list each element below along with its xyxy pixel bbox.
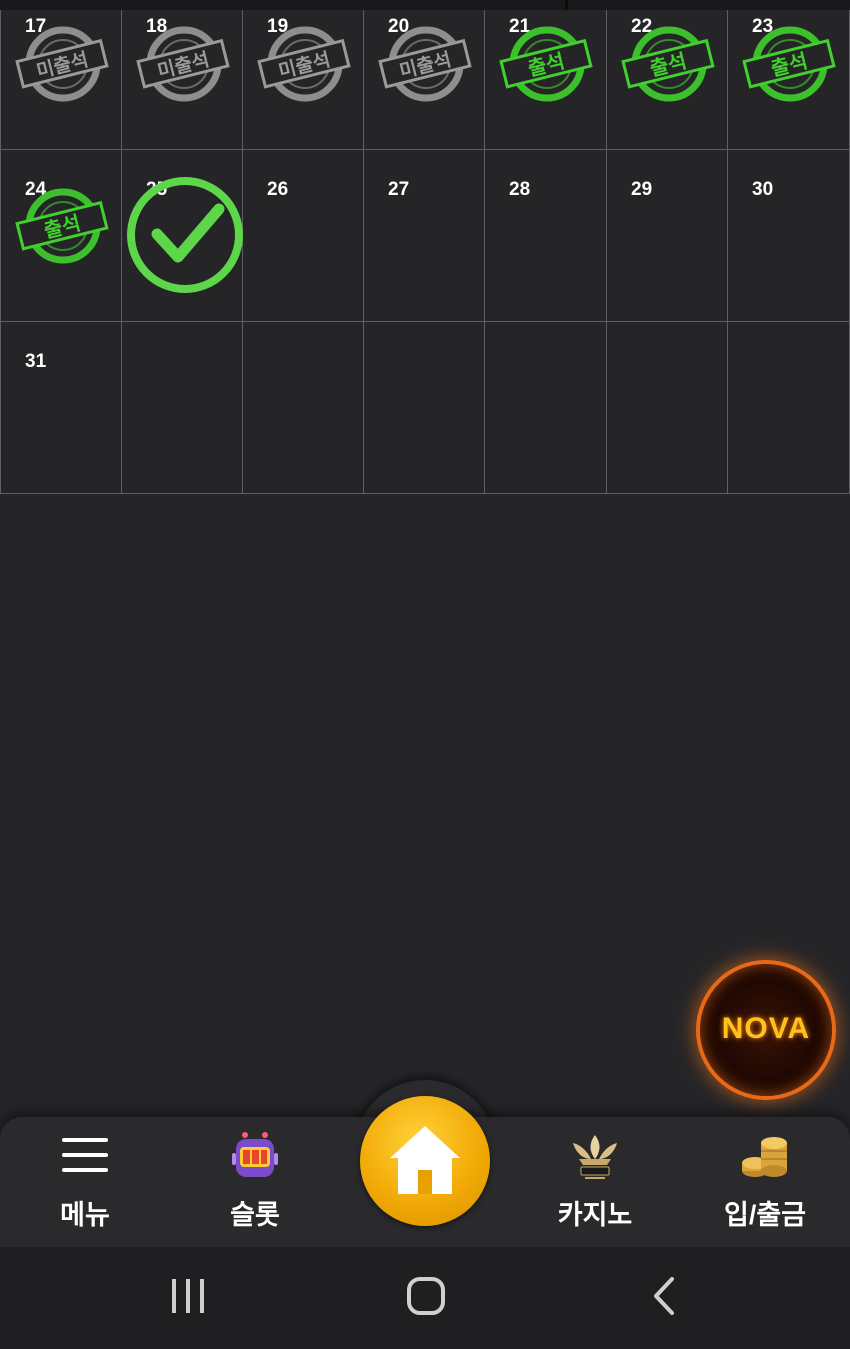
attendance-stamp-icon: 출석	[15, 188, 109, 264]
calendar-day-cell[interactable]: 28	[485, 150, 607, 322]
hamburger-menu-icon	[62, 1138, 108, 1172]
k-slot-casino-icon	[573, 1135, 617, 1179]
day-number: 29	[631, 179, 653, 200]
system-home-icon[interactable]	[396, 1275, 456, 1319]
calendar-day-cell[interactable]: 20 미출석	[364, 10, 485, 150]
calendar-day-cell[interactable]: 30	[728, 150, 850, 322]
calendar-week-row: 17 미출석 18 미출석 19 미출석 20 미출석 21 출석 22 출석 23 출석	[0, 10, 850, 150]
calendar-day-cell[interactable]: 19 미출석	[243, 10, 364, 150]
system-navigation-bar	[0, 1247, 850, 1349]
calendar-day-cell[interactable]: 18 미출석	[122, 10, 243, 150]
absent-stamp-icon: 미출석	[15, 26, 109, 102]
nav-casino-label: 카지노	[557, 1200, 633, 1230]
attendance-stamp-icon: 출석	[621, 26, 715, 102]
calendar-day-cell	[243, 322, 364, 494]
calendar-day-cell	[485, 322, 607, 494]
nav-menu-label: 메뉴	[60, 1200, 110, 1230]
home-icon	[390, 1126, 460, 1194]
attendance-calendar: 17 미출석 18 미출석 19 미출석 20 미출석 21 출석 22 출석 23 출석 24 출석 25 26…	[0, 10, 850, 494]
day-number: 30	[752, 179, 774, 200]
home-button[interactable]	[360, 1096, 490, 1226]
top-edge	[0, 0, 850, 10]
nav-casino[interactable]: 카지노	[510, 1127, 680, 1237]
day-number: 26	[267, 179, 289, 200]
calendar-day-cell	[728, 322, 850, 494]
nav-deposit-withdraw[interactable]: 입/출금	[680, 1127, 850, 1237]
day-number: 31	[25, 351, 47, 372]
calendar-day-cell[interactable]: 24 출석	[0, 150, 122, 322]
nav-deposit-withdraw-label: 입/출금	[723, 1200, 807, 1230]
absent-stamp-icon: 미출석	[378, 26, 472, 102]
nav-slot-label: 슬롯	[230, 1200, 280, 1230]
coin-stack-icon	[742, 1137, 787, 1177]
calendar-week-row: 24 출석 25 26 27 28 29 30	[0, 150, 850, 322]
nova-logo-button[interactable]: NOVA	[700, 964, 832, 1096]
nav-menu[interactable]: 메뉴	[0, 1127, 170, 1237]
calendar-day-cell[interactable]: 25	[122, 150, 243, 322]
calendar-week-row: 31	[0, 322, 850, 494]
calendar-day-cell	[607, 322, 728, 494]
calendar-day-cell	[122, 322, 243, 494]
absent-stamp-icon: 미출석	[136, 26, 230, 102]
calendar-day-cell[interactable]: 23 출석	[728, 10, 850, 150]
day-number: 27	[388, 179, 410, 200]
back-icon[interactable]	[634, 1275, 694, 1319]
calendar-day-cell[interactable]: 27	[364, 150, 485, 322]
day-number: 28	[509, 179, 531, 200]
attendance-stamp-icon: 출석	[499, 26, 593, 102]
calendar-day-cell	[364, 322, 485, 494]
calendar-day-cell[interactable]: 21 출석	[485, 10, 607, 150]
slot-machine-icon	[232, 1132, 278, 1177]
calendar-day-cell[interactable]: 22 출석	[607, 10, 728, 150]
nova-logo-text: NOVA	[721, 1012, 811, 1045]
calendar-day-cell[interactable]: 26	[243, 150, 364, 322]
calendar-day-cell[interactable]: 31	[0, 322, 122, 494]
calendar-day-cell[interactable]: 29	[607, 150, 728, 322]
recent-apps-icon[interactable]	[158, 1275, 218, 1319]
attendance-stamp-icon: 출석	[742, 26, 836, 102]
absent-stamp-icon: 미출석	[257, 26, 351, 102]
check-circle-icon	[127, 177, 243, 293]
scroll-indicator	[565, 0, 568, 10]
calendar-day-cell[interactable]: 17 미출석	[0, 10, 122, 150]
nav-slot[interactable]: 슬롯	[170, 1127, 340, 1237]
